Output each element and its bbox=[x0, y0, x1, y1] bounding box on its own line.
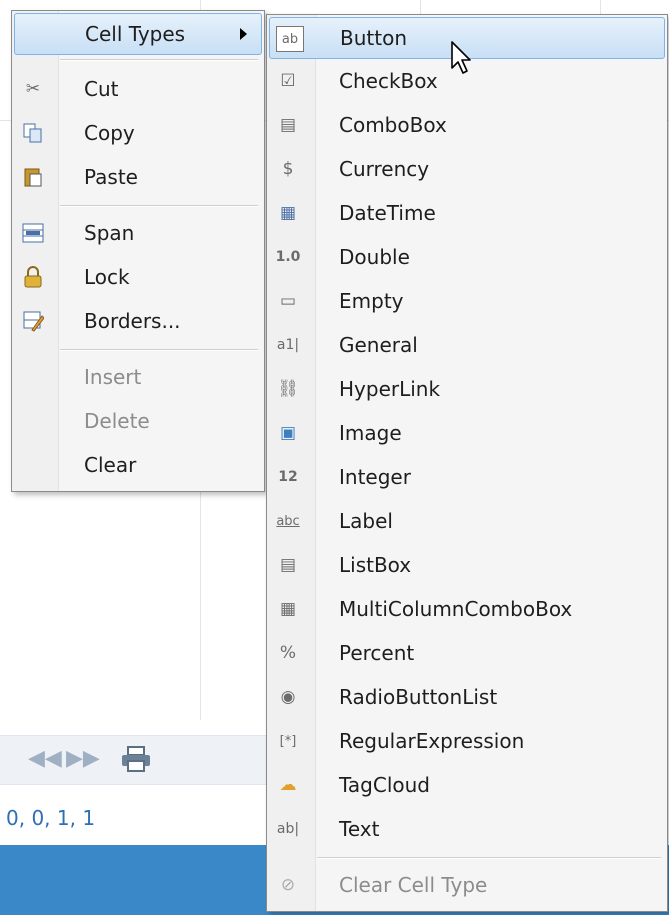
submenu-item-integer[interactable]: 12 Integer bbox=[269, 457, 665, 497]
radio-button-icon: ◉ bbox=[280, 687, 296, 707]
submenu-item-label: CheckBox bbox=[339, 69, 438, 93]
submenu-item-image[interactable]: ▣ Image bbox=[269, 413, 665, 453]
menu-separator bbox=[60, 205, 258, 207]
menu-item-cut[interactable]: ✂ Cut bbox=[14, 69, 262, 109]
menu-item-delete: Delete bbox=[14, 401, 262, 441]
menu-item-label: Copy bbox=[84, 121, 135, 145]
menu-item-label: Cut bbox=[84, 77, 119, 101]
submenu-item-label: Text bbox=[339, 817, 380, 841]
menu-item-label: Clear bbox=[84, 453, 137, 477]
submenu-item-label: DateTime bbox=[339, 201, 436, 225]
submenu-item-currency[interactable]: $ Currency bbox=[269, 149, 665, 189]
currency-icon: $ bbox=[282, 159, 294, 179]
submenu-item-listbox[interactable]: ▤ ListBox bbox=[269, 545, 665, 585]
percent-icon: % bbox=[279, 643, 297, 663]
menu-item-label: Lock bbox=[84, 265, 130, 289]
submenu-item-multicolumncombobox[interactable]: ▦ MultiColumnComboBox bbox=[269, 589, 665, 629]
menu-item-label: Delete bbox=[84, 409, 150, 433]
submenu-item-regularexpression[interactable]: [*] RegularExpression bbox=[269, 721, 665, 761]
clear-icon: ⊘ bbox=[280, 875, 296, 895]
cell-types-submenu: ab Button ☑ CheckBox ▤ ComboBox $ Curren… bbox=[266, 14, 668, 912]
link-icon: ⛓ bbox=[277, 379, 299, 399]
submenu-item-label: RadioButtonList bbox=[339, 685, 498, 709]
combobox-icon: ▤ bbox=[279, 115, 297, 135]
menu-item-label: Paste bbox=[84, 165, 138, 189]
image-icon: ▣ bbox=[279, 423, 297, 443]
menu-item-clear[interactable]: Clear bbox=[14, 445, 262, 485]
submenu-item-label: MultiColumnComboBox bbox=[339, 597, 573, 621]
submenu-item-label: HyperLink bbox=[339, 377, 441, 401]
regex-icon: [*] bbox=[279, 733, 297, 749]
menu-item-borders[interactable]: Borders... bbox=[14, 301, 262, 341]
nav-next-icon[interactable]: ▶▶ bbox=[66, 746, 100, 771]
empty-icon: ▭ bbox=[279, 291, 297, 311]
submenu-item-radiobuttonlist[interactable]: ◉ RadioButtonList bbox=[269, 677, 665, 717]
scissors-icon: ✂ bbox=[25, 79, 41, 99]
submenu-item-label: Label bbox=[339, 509, 393, 533]
menu-item-label: Span bbox=[84, 221, 135, 245]
selection-range-text: 0, 0, 1, 1 bbox=[6, 806, 96, 830]
submenu-item-label: Integer bbox=[339, 465, 411, 489]
submenu-item-general[interactable]: a1| General bbox=[269, 325, 665, 365]
submenu-item-percent[interactable]: % Percent bbox=[269, 633, 665, 673]
submenu-item-label: Button bbox=[340, 26, 407, 50]
menu-item-label: Borders... bbox=[84, 309, 181, 333]
submenu-item-empty[interactable]: ▭ Empty bbox=[269, 281, 665, 321]
menu-item-label: Cell Types bbox=[85, 22, 186, 46]
tag-cloud-icon: ☁ bbox=[279, 775, 297, 795]
print-icon[interactable] bbox=[120, 746, 152, 772]
submenu-item-label: ComboBox bbox=[339, 113, 447, 137]
submenu-item-clear-cell-type: ⊘ Clear Cell Type bbox=[269, 865, 665, 905]
double-icon: 1.0 bbox=[275, 249, 301, 265]
submenu-item-label: ListBox bbox=[339, 553, 412, 577]
submenu-item-label: Clear Cell Type bbox=[339, 873, 488, 897]
submenu-item-label: General bbox=[339, 333, 418, 357]
menu-item-paste[interactable]: Paste bbox=[14, 157, 262, 197]
menu-item-copy[interactable]: Copy bbox=[14, 113, 262, 153]
menu-item-span[interactable]: Span bbox=[14, 213, 262, 253]
general-icon: a1| bbox=[276, 337, 300, 353]
span-icon bbox=[20, 221, 46, 245]
submenu-arrow-icon bbox=[240, 28, 247, 40]
sheet-navigation-bar: ◀◀ ▶▶ bbox=[0, 735, 280, 785]
checkbox-icon: ☑ bbox=[280, 71, 296, 91]
listbox-icon: ▤ bbox=[279, 555, 297, 575]
menu-item-cell-types[interactable]: Cell Types bbox=[14, 13, 262, 55]
submenu-item-label: TagCloud bbox=[339, 773, 430, 797]
copy-icon bbox=[20, 121, 46, 145]
menu-separator bbox=[60, 59, 258, 61]
menu-separator bbox=[60, 349, 258, 351]
borders-icon bbox=[20, 309, 46, 333]
submenu-item-label: Image bbox=[339, 421, 402, 445]
submenu-item-tagcloud[interactable]: ☁ TagCloud bbox=[269, 765, 665, 805]
submenu-item-label: RegularExpression bbox=[339, 729, 525, 753]
submenu-item-label: Currency bbox=[339, 157, 430, 181]
integer-icon: 12 bbox=[278, 469, 298, 485]
text-icon: ab| bbox=[276, 821, 300, 837]
menu-item-insert: Insert bbox=[14, 357, 262, 397]
submenu-item-hyperlink[interactable]: ⛓ HyperLink bbox=[269, 369, 665, 409]
menu-item-label: Insert bbox=[84, 365, 142, 389]
paste-icon bbox=[20, 165, 46, 189]
submenu-item-datetime[interactable]: ▦ DateTime bbox=[269, 193, 665, 233]
button-type-icon: ab bbox=[276, 26, 304, 52]
nav-previous-icon[interactable]: ◀◀ bbox=[28, 746, 62, 771]
mouse-cursor-icon bbox=[451, 41, 471, 74]
menu-item-lock[interactable]: Lock bbox=[14, 257, 262, 297]
label-icon: abc bbox=[276, 513, 300, 529]
submenu-item-label: Percent bbox=[339, 641, 415, 665]
submenu-item-combobox[interactable]: ▤ ComboBox bbox=[269, 105, 665, 145]
submenu-item-double[interactable]: 1.0 Double bbox=[269, 237, 665, 277]
submenu-item-label: Double bbox=[339, 245, 410, 269]
lock-icon bbox=[20, 265, 46, 289]
submenu-item-text[interactable]: ab| Text bbox=[269, 809, 665, 849]
submenu-item-label: Empty bbox=[339, 289, 404, 313]
multicolumn-combobox-icon: ▦ bbox=[279, 599, 297, 619]
submenu-item-label[interactable]: abc Label bbox=[269, 501, 665, 541]
context-menu: Cell Types ✂ Cut Copy Paste Span Lock Bo… bbox=[11, 10, 265, 492]
calendar-icon: ▦ bbox=[279, 203, 297, 223]
menu-separator bbox=[317, 857, 661, 859]
